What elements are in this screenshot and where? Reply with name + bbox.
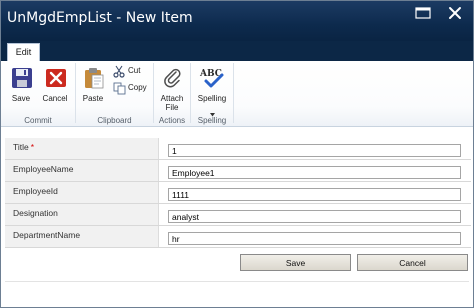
group-label-spelling: Spelling bbox=[197, 116, 227, 125]
spelling-button[interactable]: ABC Spelling bbox=[195, 65, 229, 117]
bottom-divider bbox=[5, 281, 469, 282]
attach-label-line1: Attach bbox=[160, 94, 184, 103]
cancel-icon bbox=[45, 67, 67, 89]
form-row-title: Title * bbox=[5, 138, 471, 160]
employeename-input[interactable] bbox=[168, 166, 461, 179]
field-label-designation: Designation bbox=[13, 208, 58, 218]
floppy-disk-icon bbox=[11, 67, 33, 89]
group-label-clipboard: Clipboard bbox=[97, 116, 132, 125]
copy-button[interactable]: Copy bbox=[113, 82, 151, 96]
ribbon-group-clipboard: Paste Cut Copy Clipboard bbox=[76, 61, 153, 127]
form-row-designation: Designation bbox=[5, 204, 471, 226]
attach-file-label: Attach File bbox=[155, 94, 189, 112]
form-row-employeeid: EmployeeId bbox=[5, 182, 471, 204]
copy-icon bbox=[113, 82, 126, 95]
clipboard-icon bbox=[83, 67, 105, 89]
field-label-employeeid: EmployeeId bbox=[13, 186, 58, 196]
scissors-icon bbox=[113, 65, 126, 78]
tab-edit[interactable]: Edit bbox=[7, 43, 40, 61]
paste-label: Paste bbox=[82, 94, 104, 103]
employeeid-input[interactable] bbox=[168, 188, 461, 201]
spelling-label: Spelling bbox=[197, 94, 227, 103]
cut-label: Cut bbox=[128, 66, 141, 75]
form-row-departmentname: DepartmentName bbox=[5, 226, 471, 248]
group-divider bbox=[233, 63, 234, 123]
group-label-actions: Actions bbox=[158, 116, 186, 125]
cancel-button[interactable]: Cancel bbox=[357, 254, 468, 271]
ribbon-tab-row: Edit bbox=[1, 41, 473, 61]
copy-label: Copy bbox=[128, 83, 147, 92]
ribbon-group-spelling: ABC Spelling Spelling bbox=[191, 61, 233, 127]
form-actions: Save Cancel bbox=[1, 254, 473, 274]
ribbon-group-actions: Attach File Actions bbox=[154, 61, 190, 127]
maximize-icon[interactable] bbox=[415, 7, 431, 19]
save-button[interactable]: Save bbox=[240, 254, 351, 271]
save-ribbon-button[interactable]: Save bbox=[4, 65, 38, 107]
row-divider bbox=[5, 247, 471, 248]
title-bar: UnMgdEmpList - New Item bbox=[1, 1, 473, 41]
abc-check-icon: ABC bbox=[199, 67, 227, 89]
field-label-title: Title * bbox=[13, 142, 34, 152]
cut-button[interactable]: Cut bbox=[113, 65, 145, 79]
required-marker: * bbox=[30, 142, 35, 152]
attach-file-button[interactable]: Attach File bbox=[155, 65, 189, 112]
form-row-employeename: EmployeeName bbox=[5, 160, 471, 182]
ribbon-group-commit: Save Cancel Commit bbox=[1, 61, 75, 127]
ribbon: Save Cancel Commit Paste Cut Copy Clipbo… bbox=[1, 61, 473, 127]
cancel-ribbon-button[interactable]: Cancel bbox=[38, 65, 72, 107]
group-label-commit: Commit bbox=[24, 116, 52, 125]
dialog-title: UnMgdEmpList - New Item bbox=[7, 10, 193, 26]
field-label-employeename: EmployeeName bbox=[13, 164, 74, 174]
save-ribbon-label: Save bbox=[11, 94, 31, 103]
departmentname-input[interactable] bbox=[168, 232, 461, 245]
dialog-window: UnMgdEmpList - New Item Edit Save Cancel… bbox=[0, 0, 474, 308]
cancel-ribbon-label: Cancel bbox=[42, 94, 68, 103]
title-input[interactable] bbox=[168, 144, 461, 157]
paste-button[interactable]: Paste bbox=[76, 65, 110, 107]
paperclip-icon bbox=[162, 67, 184, 89]
attach-label-line2: File bbox=[165, 103, 179, 112]
chevron-down-icon bbox=[210, 104, 215, 117]
field-label-departmentname: DepartmentName bbox=[13, 230, 81, 240]
field-label-text: Title bbox=[13, 142, 29, 152]
designation-input[interactable] bbox=[168, 210, 461, 223]
close-icon[interactable] bbox=[447, 5, 463, 21]
